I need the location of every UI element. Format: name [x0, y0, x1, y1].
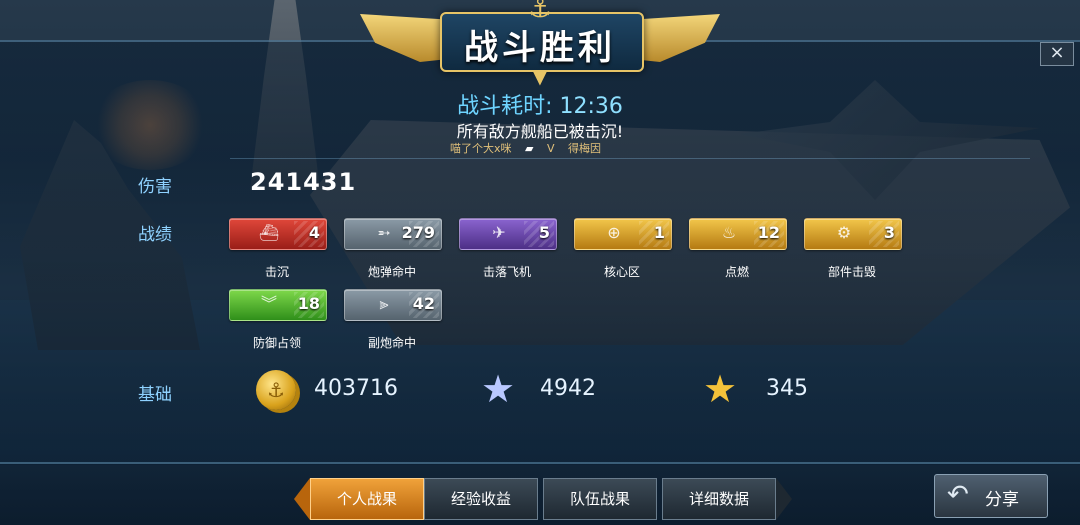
player-name: 得梅因: [568, 142, 602, 155]
battle-duration-value: 12:36: [559, 94, 623, 119]
player-name: 喵了个大x咪: [450, 142, 512, 155]
tab-right-cap: [776, 478, 792, 520]
medal-label: 部件击毁: [827, 265, 876, 279]
ship-marker-icon: ▰: [525, 142, 534, 155]
anchor-bottom-icon: ▼: [532, 64, 548, 88]
victory-emblem: ⚓ 战斗胜利 ▼: [360, 0, 720, 90]
gold-star-value: 345: [766, 376, 808, 401]
medal-label: 击沉: [264, 265, 289, 279]
tab-team-results[interactable]: 队伍战果: [543, 478, 657, 520]
damage-label: 伤害: [138, 177, 172, 197]
medal-fire[interactable]: ♨ 12: [689, 218, 787, 250]
medal-count: 5: [538, 223, 550, 242]
medal-count: 279: [401, 223, 435, 242]
medal-count: 18: [297, 294, 320, 313]
medal-label: 副炮命中: [367, 336, 416, 350]
close-button[interactable]: ×: [1040, 42, 1074, 66]
medal-label: 炮弹命中: [367, 265, 416, 279]
ship-icon: ⛴: [258, 223, 280, 242]
medal-label: 击落飞机: [482, 265, 531, 279]
battle-result-message: 所有敌方舰船已被击沉!: [456, 122, 624, 141]
citadel-icon: ⊕: [607, 223, 621, 242]
page-title: 战斗胜利: [464, 28, 616, 68]
tab-detailed-data[interactable]: 详细数据: [662, 478, 776, 520]
medal-citadel[interactable]: ⊕ 1: [574, 218, 672, 250]
coin-icon: ⚓: [256, 370, 296, 410]
medal-sunk[interactable]: ⛴ 4: [229, 218, 327, 250]
medal-label: 防御占领: [252, 336, 301, 350]
tab-personal-results[interactable]: 个人战果: [310, 478, 424, 520]
damage-value: 241431: [250, 168, 357, 196]
silver-star-icon: ★: [480, 367, 516, 411]
medal-shell-hits[interactable]: ➵ 279: [344, 218, 442, 250]
medal-count: 42: [412, 294, 435, 313]
fire-icon: ♨: [721, 223, 737, 242]
experience-value: 4942: [540, 376, 596, 401]
battle-duration-label: 战斗耗时:: [457, 94, 553, 119]
secondary-gun-icon: ⫸: [379, 294, 389, 313]
medal-label: 点燃: [724, 265, 749, 279]
player-list: 喵了个大x咪 ▰ V 得梅因: [450, 140, 670, 156]
medal-count: 12: [757, 223, 780, 242]
medal-count: 4: [308, 223, 320, 242]
plane-icon: ✈: [492, 223, 506, 242]
medal-secondary-hits[interactable]: ⫸ 42: [344, 289, 442, 321]
medal-count: 3: [883, 223, 895, 242]
medal-count: 1: [653, 223, 665, 242]
medal-planes-shot[interactable]: ✈ 5: [459, 218, 557, 250]
achievements-label: 战绩: [138, 225, 172, 245]
chevron-icon: ︾: [260, 294, 277, 313]
gear-icon: ⚙: [836, 223, 852, 242]
battle-duration: 战斗耗时: 12:36: [0, 88, 1080, 120]
share-button[interactable]: ↶ 分享: [934, 474, 1048, 518]
share-arrow-icon: ↶: [947, 480, 969, 510]
gold-star-icon: ★: [702, 367, 738, 411]
tab-left-cap: [294, 478, 310, 520]
medal-defense-capture[interactable]: ︾ 18: [229, 289, 327, 321]
base-label: 基础: [138, 385, 172, 405]
player-name: V: [546, 142, 555, 155]
divider: [230, 158, 1030, 159]
medal-label: 核心区: [603, 265, 640, 279]
share-label: 分享: [985, 490, 1019, 510]
medal-module-destroyed[interactable]: ⚙ 3: [804, 218, 902, 250]
bottom-bar: [0, 464, 1080, 525]
coin-value: 403716: [314, 376, 398, 401]
tab-experience[interactable]: 经验收益: [424, 478, 538, 520]
